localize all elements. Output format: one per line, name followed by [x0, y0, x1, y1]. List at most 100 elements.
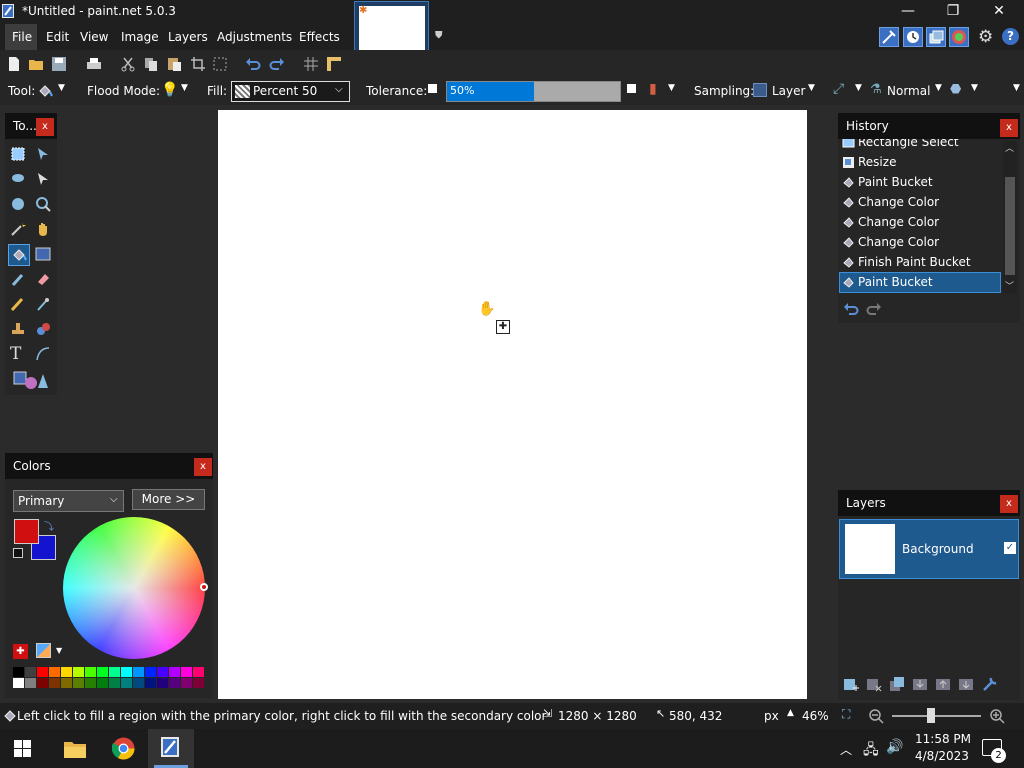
menu-effects[interactable]: Effects — [299, 30, 340, 44]
history-item[interactable]: Change Color — [840, 233, 1000, 252]
color-palette[interactable] — [13, 667, 205, 689]
history-item[interactable]: Finish Paint Bucket — [840, 253, 1000, 272]
tolerance-slider[interactable]: 50% — [446, 81, 621, 102]
palette-swatch[interactable] — [13, 667, 24, 677]
palette-swatch[interactable] — [37, 667, 48, 677]
palette-swatch[interactable] — [37, 678, 48, 688]
shapes-tool-icon[interactable] — [13, 370, 49, 390]
rulers-icon[interactable] — [326, 56, 342, 72]
palette-swatch[interactable] — [109, 667, 120, 677]
color-mode-select[interactable]: Primary ⌵ — [13, 490, 124, 512]
history-item[interactable]: Resize — [840, 153, 1000, 172]
history-item[interactable]: Rectangle Select — [840, 139, 1000, 152]
palette-swatch[interactable] — [73, 678, 84, 688]
flood-mode-dropdown-icon[interactable]: ▼ — [181, 83, 188, 93]
selection-mode-icon[interactable]: ⤢ — [833, 81, 844, 97]
pencil-tool-icon[interactable] — [10, 296, 26, 312]
palette-swatch[interactable] — [49, 667, 60, 677]
palette-swatch[interactable] — [133, 667, 144, 677]
layer-row-background[interactable]: Background ✓ — [839, 519, 1019, 579]
new-file-icon[interactable] — [6, 56, 22, 72]
palette-swatch[interactable] — [121, 678, 132, 688]
primary-color-swatch[interactable] — [14, 519, 39, 544]
save-icon[interactable] — [51, 56, 67, 72]
cut-icon[interactable] — [120, 56, 136, 72]
selection-mode-dropdown-icon[interactable]: ▼ — [855, 83, 862, 93]
duplicate-layer-icon[interactable] — [889, 676, 905, 692]
magic-wand-tool-icon[interactable] — [10, 221, 26, 237]
menu-adjustments[interactable]: Adjustments — [217, 30, 292, 44]
antialias-dropdown-icon[interactable]: ▼ — [668, 83, 675, 93]
gradient-tool-icon[interactable] — [35, 246, 51, 262]
history-item[interactable]: Change Color — [840, 213, 1000, 232]
rectangle-select-tool-icon[interactable] — [10, 146, 26, 162]
lasso-select-tool-icon[interactable] — [10, 171, 26, 187]
move-layer-down-icon[interactable] — [958, 676, 974, 692]
history-undo-icon[interactable] — [843, 301, 859, 317]
sampling-dropdown-icon[interactable]: ▼ — [808, 83, 815, 93]
palette-swatch[interactable] — [85, 678, 96, 688]
layers-panel-close-button[interactable]: x — [1000, 495, 1018, 513]
layers-window-toggle-icon[interactable] — [926, 27, 946, 47]
zoom-to-window-icon[interactable]: ⛶ — [842, 707, 850, 722]
layer-properties-icon[interactable] — [982, 676, 998, 692]
volume-icon[interactable]: 🔊 — [886, 739, 903, 755]
colors-panel-close-button[interactable]: x — [194, 458, 212, 476]
merge-layer-down-icon[interactable] — [912, 676, 928, 692]
scroll-down-icon[interactable]: ﹀ — [1005, 279, 1014, 292]
text-tool-icon[interactable]: T — [10, 344, 21, 364]
menu-edit[interactable]: Edit — [46, 30, 69, 44]
taskbar-paint-net-button[interactable] — [148, 729, 194, 768]
palette-swatch[interactable] — [169, 678, 180, 688]
palette-swatch[interactable] — [157, 678, 168, 688]
palette-swatch[interactable] — [169, 667, 180, 677]
menu-layers[interactable]: Layers — [168, 30, 208, 44]
add-layer-icon[interactable] — [843, 676, 859, 692]
tools-window-toggle-icon[interactable] — [879, 27, 899, 47]
swap-colors-icon[interactable]: ⤵ — [44, 518, 54, 533]
palette-swatch[interactable] — [121, 667, 132, 677]
palette-swatch[interactable] — [157, 667, 168, 677]
undo-icon[interactable] — [245, 56, 261, 72]
layer-visibility-checkbox[interactable]: ✓ — [1004, 542, 1016, 554]
redo-icon[interactable] — [269, 56, 285, 72]
palette-swatch[interactable] — [97, 678, 108, 688]
move-selected-tool-icon[interactable] — [35, 146, 51, 162]
clone-stamp-tool-icon[interactable] — [10, 321, 26, 337]
zoom-slider-thumb[interactable] — [927, 708, 935, 723]
palette-swatch[interactable] — [61, 667, 72, 677]
units-selector[interactable]: px — [764, 709, 779, 723]
scroll-up-icon[interactable]: ︿ — [1005, 141, 1014, 154]
color-wheel[interactable] — [63, 517, 205, 659]
menu-view[interactable]: View — [80, 30, 108, 44]
paintbrush-tool-icon[interactable] — [10, 271, 26, 287]
history-item[interactable]: Change Color — [840, 193, 1000, 212]
taskbar-time[interactable]: 11:58 PM — [915, 732, 971, 746]
network-icon[interactable]: 🖧 — [863, 739, 879, 763]
palette-swatch[interactable] — [49, 678, 60, 688]
restore-button[interactable]: ❐ — [930, 0, 976, 24]
history-panel-close-button[interactable]: x — [1000, 119, 1018, 137]
add-to-palette-icon[interactable]: ✚ — [13, 644, 28, 659]
history-scroll-thumb[interactable] — [1005, 177, 1015, 275]
windows-start-icon[interactable] — [14, 740, 31, 757]
palette-menu-icon[interactable] — [36, 643, 51, 658]
palette-swatch[interactable] — [61, 678, 72, 688]
recolor-tool-icon[interactable] — [35, 321, 51, 337]
history-item[interactable]: Paint Bucket — [840, 173, 1000, 192]
palette-swatch[interactable] — [25, 678, 36, 688]
tool-dropdown-icon[interactable]: ▼ — [58, 83, 65, 93]
reset-colors-icon[interactable] — [13, 548, 23, 558]
minimize-button[interactable]: — — [885, 0, 931, 24]
menu-file[interactable]: File — [12, 30, 32, 44]
delete-layer-icon[interactable] — [866, 676, 882, 692]
tray-overflow-chevron-icon[interactable]: ︿ — [840, 741, 852, 758]
zoom-slider[interactable] — [892, 715, 981, 717]
palette-swatch[interactable] — [133, 678, 144, 688]
history-item[interactable]: Paint Bucket — [839, 272, 1001, 293]
alpha-blending-dropdown-icon[interactable]: ▼ — [971, 83, 978, 93]
palette-swatch[interactable] — [145, 678, 156, 688]
palette-swatch[interactable] — [97, 667, 108, 677]
palette-swatch[interactable] — [73, 667, 84, 677]
taskbar-date[interactable]: 4/8/2023 — [915, 749, 969, 763]
